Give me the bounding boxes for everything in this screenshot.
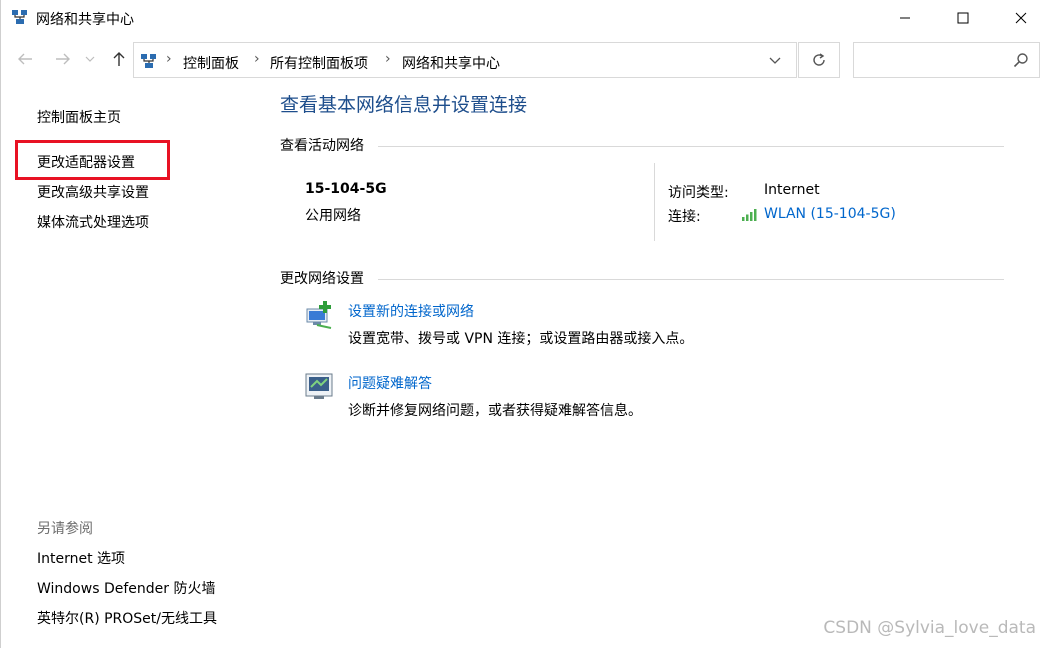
minimize-icon (900, 17, 910, 19)
network-category-link[interactable]: 公用网络 (305, 205, 361, 225)
control-panel-home-link[interactable]: 控制面板主页 (37, 107, 121, 127)
page-title: 查看基本网络信息并设置连接 (280, 94, 528, 116)
breadcrumb-all-items[interactable]: 所有控制面板项 (270, 53, 368, 73)
chevron-right-icon: › (385, 51, 391, 67)
intel-proset-link[interactable]: 英特尔(R) PROSet/无线工具 (37, 608, 217, 628)
up-button[interactable] (108, 48, 130, 70)
close-button[interactable] (998, 0, 1044, 36)
up-arrow-icon (113, 52, 125, 66)
maximize-icon (957, 12, 969, 24)
change-settings-heading: 更改网络设置 (280, 271, 364, 287)
window-title: 网络和共享中心 (36, 12, 134, 28)
defender-firewall-link[interactable]: Windows Defender 防火墙 (37, 578, 215, 598)
recent-locations-button[interactable] (83, 48, 97, 70)
chevron-right-icon: › (166, 51, 172, 67)
change-advanced-sharing-link[interactable]: 更改高级共享设置 (37, 182, 149, 202)
active-networks-heading: 查看活动网络 (280, 138, 364, 154)
wlan-connection-link[interactable]: WLAN (15-104-5G) (764, 206, 896, 222)
access-type-label: 访问类型: (668, 185, 729, 201)
access-type-value: Internet (764, 182, 820, 198)
troubleshoot-link[interactable]: 问题疑难解答 (348, 373, 432, 393)
refresh-icon (813, 53, 825, 66)
search-icon (1013, 52, 1029, 68)
address-bar[interactable]: › 控制面板 › 所有控制面板项 › 网络和共享中心 (133, 42, 797, 78)
navigation-bar: › 控制面板 › 所有控制面板项 › 网络和共享中心 (0, 40, 1050, 80)
chevron-right-icon: › (254, 51, 260, 67)
wifi-signal-icon (741, 207, 759, 221)
refresh-button[interactable] (798, 42, 840, 78)
section-divider (378, 279, 1004, 280)
chevron-down-icon (85, 56, 95, 62)
setup-new-connection-desc: 设置宽带、拨号或 VPN 连接；或设置路由器或接入点。 (348, 331, 694, 347)
media-streaming-options-link[interactable]: 媒体流式处理选项 (37, 212, 149, 232)
see-also-heading: 另请参阅 (37, 521, 93, 537)
back-arrow-icon (18, 53, 32, 65)
forward-button[interactable] (52, 48, 74, 70)
maximize-button[interactable] (940, 0, 986, 36)
troubleshoot-icon (305, 371, 335, 401)
address-dropdown-button[interactable] (764, 45, 786, 77)
breadcrumb-network-center[interactable]: 网络和共享中心 (402, 53, 500, 73)
new-connection-icon (305, 299, 335, 329)
vertical-divider (654, 163, 655, 241)
network-center-icon (140, 52, 158, 70)
minimize-button[interactable] (882, 0, 928, 36)
troubleshoot-desc: 诊断并修复网络问题，或者获得疑难解答信息。 (348, 403, 642, 419)
section-divider (378, 146, 1004, 147)
window-left-border (0, 0, 1, 648)
connection-label: 连接: (668, 209, 701, 225)
setup-new-connection-link[interactable]: 设置新的连接或网络 (348, 301, 474, 321)
internet-options-link[interactable]: Internet 选项 (37, 548, 125, 568)
chevron-down-icon (769, 57, 781, 64)
network-name: 15-104-5G (305, 181, 387, 197)
forward-arrow-icon (56, 53, 70, 65)
breadcrumb-control-panel[interactable]: 控制面板 (183, 53, 239, 73)
title-bar: 网络和共享中心 (0, 0, 1050, 36)
search-input[interactable] (853, 42, 1040, 78)
change-adapter-settings-link[interactable]: 更改适配器设置 (37, 152, 135, 172)
network-center-icon (11, 8, 29, 26)
watermark: CSDN @Sylvia_love_data (823, 618, 1036, 638)
close-icon (1015, 12, 1027, 24)
back-button[interactable] (14, 48, 36, 70)
